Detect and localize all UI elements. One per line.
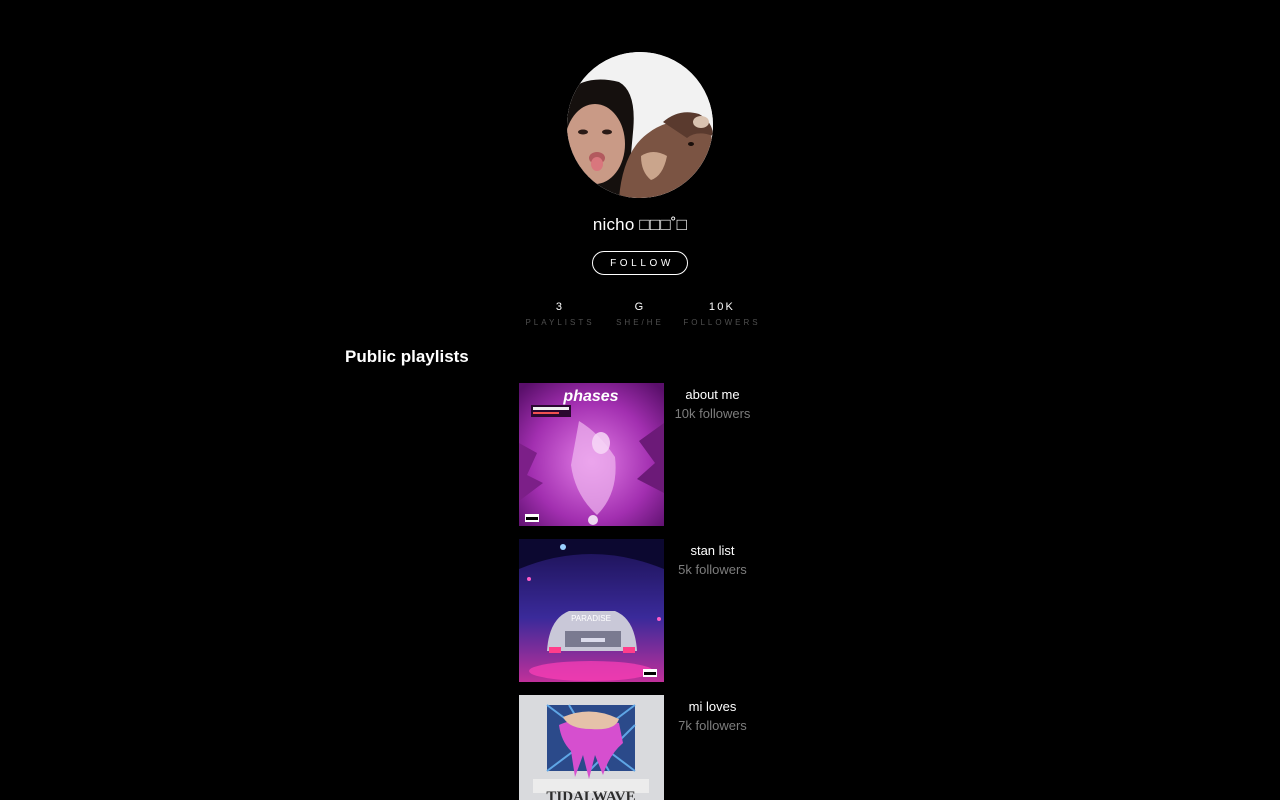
stat-value: 10K bbox=[708, 301, 736, 313]
playlist-meta: mi loves 7k followers bbox=[665, 698, 760, 735]
stat-pronouns: G SHE/HE bbox=[595, 300, 685, 328]
playlist-followers: 10k followers bbox=[674, 406, 751, 421]
display-name: nicho □□□˚□ bbox=[592, 215, 688, 234]
profile-stats: 3 PLAYLISTS G SHE/HE 10K FOLLOWERS bbox=[520, 300, 760, 340]
stat-value: G bbox=[634, 301, 646, 313]
playlist-item[interactable]: PARADISE stan list 5k followers bbox=[519, 539, 779, 684]
playlist-cover: PARADISE bbox=[519, 539, 664, 682]
playlist-followers: 5k followers bbox=[678, 562, 747, 577]
playlist-title[interactable]: about me bbox=[665, 386, 760, 404]
playlist-meta: about me 10k followers bbox=[665, 386, 760, 423]
stat-followers: 10K FOLLOWERS bbox=[677, 300, 767, 328]
stat-value: 3 bbox=[555, 301, 565, 313]
stat-label: FOLLOWERS bbox=[683, 318, 761, 327]
avatar bbox=[567, 52, 713, 198]
cover-text: TIDALWAVE bbox=[546, 789, 635, 800]
playlist-title[interactable]: mi loves bbox=[665, 698, 760, 716]
cover-text: phases bbox=[562, 388, 618, 405]
profile-page: nicho □□□˚□ FOLLOW 3 PLAYLISTS G SHE/HE … bbox=[0, 0, 1280, 800]
cover-text: PARADISE bbox=[571, 614, 611, 623]
playlist-meta: stan list 5k followers bbox=[665, 542, 760, 579]
playlist-item[interactable]: phases about me 10k followers bbox=[519, 383, 779, 528]
stat-label: PLAYLISTS bbox=[525, 318, 595, 327]
playlist-title[interactable]: stan list bbox=[665, 542, 760, 560]
section-title: Public playlists bbox=[345, 347, 469, 366]
stat-label: SHE/HE bbox=[616, 318, 664, 327]
profile-header: nicho □□□˚□ FOLLOW bbox=[0, 52, 1280, 275]
follow-button[interactable]: FOLLOW bbox=[592, 251, 688, 275]
playlist-cover: phases bbox=[519, 383, 664, 526]
playlist-followers: 7k followers bbox=[678, 718, 747, 733]
playlist-cover: TIDALWAVE bbox=[519, 695, 664, 800]
stat-playlists: 3 PLAYLISTS bbox=[515, 300, 605, 328]
playlist-item[interactable]: TIDALWAVE mi loves 7k followers bbox=[519, 695, 779, 800]
